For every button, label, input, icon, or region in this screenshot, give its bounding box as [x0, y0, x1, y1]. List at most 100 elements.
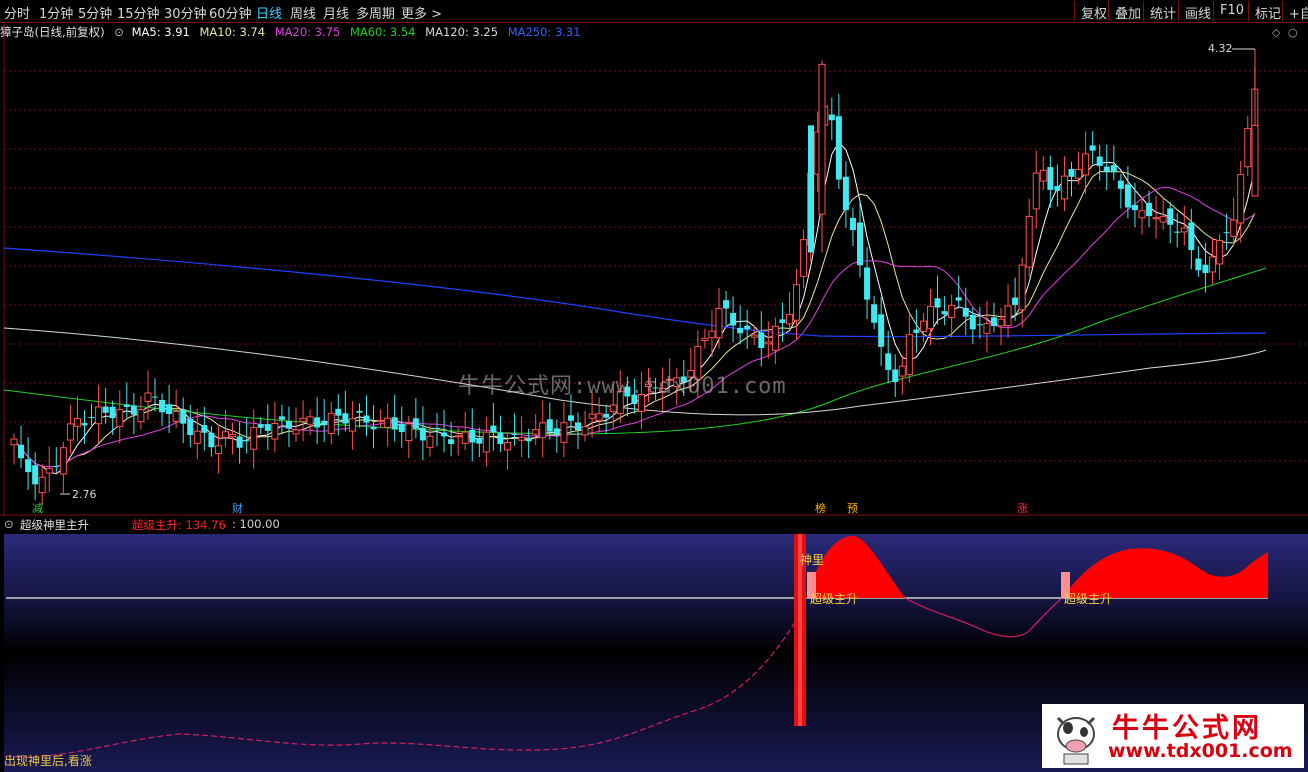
candle-body-down	[976, 324, 983, 326]
candle-body-down	[969, 314, 976, 330]
period-tab-30min[interactable]: 30分钟	[164, 3, 207, 22]
candle-body-down	[412, 418, 419, 429]
candle-body-down	[88, 417, 95, 419]
close-icon[interactable]: ○	[1288, 26, 1298, 39]
candle-body-up	[919, 320, 927, 332]
watermark-text: 牛牛公式网:www.tdx001.com	[458, 374, 787, 399]
candle-body-down	[201, 424, 208, 433]
candle-body-up	[299, 417, 307, 423]
period-tab-1min[interactable]: 1分钟	[39, 3, 73, 22]
candle-body-down	[828, 114, 835, 121]
period-tab-60min[interactable]: 60分钟	[209, 3, 252, 22]
candle-body-down	[32, 465, 39, 485]
candle-body-down	[476, 437, 483, 444]
candle-body-up	[10, 438, 18, 446]
candle-body-up	[1180, 227, 1188, 233]
candle-body-up	[701, 337, 709, 342]
candle-body-down	[243, 440, 250, 442]
f10-button[interactable]: F10	[1213, 1, 1250, 21]
candle-body-down	[490, 425, 497, 433]
candle-body-down	[180, 409, 187, 424]
candle-body-up	[348, 418, 356, 432]
candle-body-down	[1110, 165, 1117, 173]
period-tab-daily[interactable]: 日线	[256, 3, 282, 22]
candle-body-down	[913, 329, 920, 333]
candle-body-up	[144, 392, 152, 402]
stats-button[interactable]: 统计	[1143, 1, 1182, 22]
annotation-zhusheng-2: 超级主升	[1064, 591, 1112, 606]
period-tab-15min[interactable]: 15分钟	[117, 3, 160, 22]
indicator-name[interactable]: 超级神里主升	[20, 517, 89, 533]
candle-body-down	[370, 426, 377, 430]
candle-body-up	[595, 413, 603, 421]
candle-body-down	[434, 427, 440, 429]
candlestick-chart[interactable]: 4.32 2.76 ◇ ○	[0, 22, 1308, 516]
draw-button[interactable]: 画线	[1178, 1, 1217, 22]
candle-body-down	[1068, 169, 1075, 177]
cow-logo-icon	[1056, 716, 1096, 765]
candle-body-down	[871, 304, 878, 323]
candle-body-down	[469, 429, 476, 443]
candle-body-up	[45, 468, 53, 474]
candle-body-down	[1174, 231, 1181, 233]
candle-body-up	[193, 430, 201, 444]
overlay-button[interactable]: 叠加	[1108, 1, 1147, 22]
candle-body-down	[497, 432, 504, 444]
period-tab-multi[interactable]: 多周期	[356, 3, 395, 22]
logo-url: www.tdx001.com	[1108, 740, 1293, 762]
signal-yu: 预	[847, 502, 858, 515]
candle-body-down	[1047, 167, 1054, 190]
add-favorite-button[interactable]: +自选	[1282, 1, 1308, 22]
candle-body-down	[1103, 166, 1110, 172]
candle-body-down	[363, 415, 370, 423]
candle-body-up	[518, 436, 526, 441]
candle-body-down	[723, 300, 730, 309]
candle-body-down	[1117, 180, 1124, 189]
indicator-menu-icon[interactable]: ⊙	[4, 517, 14, 531]
candle-body-down	[1012, 297, 1019, 305]
candle-body-down	[335, 408, 342, 416]
period-tab-fenshi[interactable]: 分时	[4, 3, 30, 22]
candle-body-down	[553, 428, 560, 435]
expand-icon[interactable]: ◇	[1272, 26, 1281, 39]
candle-body-up	[898, 365, 906, 377]
candle-body-up	[1237, 174, 1245, 224]
candle-body-up	[800, 239, 808, 277]
candle-body-down	[398, 423, 405, 433]
candle-body-down	[1131, 204, 1138, 211]
candle-body-down	[285, 421, 292, 429]
candle-body-down	[81, 422, 88, 426]
period-tab-weekly[interactable]: 周线	[290, 3, 316, 22]
candle-body-up	[750, 334, 758, 338]
candle-body-down	[955, 297, 962, 301]
candle-body-down	[166, 404, 173, 414]
candle-body-down	[730, 312, 737, 326]
period-tab-5min[interactable]: 5分钟	[78, 3, 112, 22]
candle-body-up	[1216, 239, 1224, 265]
period-tab-monthly[interactable]: 月线	[323, 3, 349, 22]
candle-body-up	[560, 422, 568, 443]
candle-body-up	[588, 413, 596, 419]
candle-body-down	[123, 404, 130, 408]
period-tab-more[interactable]: 更多 >	[401, 3, 442, 22]
candle-body-up	[905, 334, 913, 376]
candle-body-up	[426, 435, 434, 448]
candle-body-up	[1039, 169, 1047, 182]
candle-body-down	[208, 432, 215, 448]
candle-body-up	[1251, 124, 1259, 197]
candle-body-down	[102, 406, 109, 413]
candle-body-up	[222, 431, 229, 438]
candle-body-down	[575, 422, 581, 431]
candle-body-down	[808, 125, 814, 253]
candle-body-down	[511, 433, 518, 435]
candle-body-up	[1082, 153, 1090, 176]
candle-body-up	[715, 308, 723, 339]
candle-body-down	[236, 436, 243, 448]
candle-body-up	[1025, 215, 1033, 268]
candle-body-down	[864, 267, 871, 300]
candle-body-down	[567, 415, 574, 421]
candle-body-up	[504, 441, 511, 451]
candle-body-up	[1244, 127, 1252, 168]
candle-body-down	[744, 325, 751, 330]
candle-body-down	[737, 327, 744, 334]
